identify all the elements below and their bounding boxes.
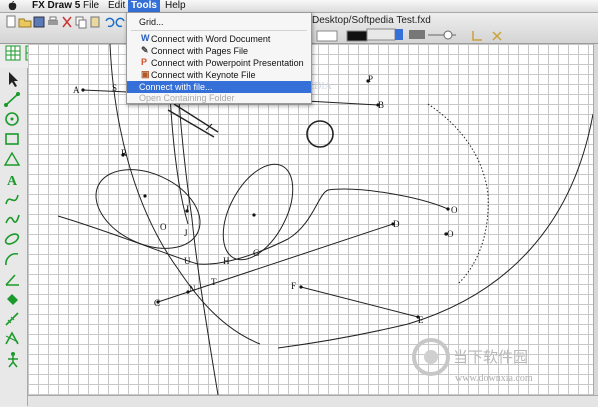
label-P: P [368, 74, 373, 84]
label-O-right1: O [451, 205, 458, 215]
label-E: E [418, 315, 424, 325]
menu-item-connect-powerpoint[interactable]: P Connect with Powerpoint Presentation [127, 57, 311, 69]
angle-tool-icon[interactable] [3, 270, 23, 288]
segment-AS [82, 89, 129, 93]
line-tool-icon[interactable] [3, 90, 23, 108]
tool-palette: A [0, 68, 28, 406]
figure-tool-icon[interactable] [3, 350, 23, 368]
text-tool-icon[interactable]: A [3, 170, 23, 188]
line-width-selector[interactable] [316, 29, 338, 43]
horizontal-scrollbar[interactable] [28, 395, 598, 407]
tools-menu[interactable]: Tools [128, 0, 160, 12]
app-name-menu[interactable]: FX Draw 5 [32, 0, 80, 12]
freehand-tool-icon[interactable] [3, 210, 23, 228]
window-title: Desktop/Softpedia Test.fxd [312, 15, 431, 26]
point-center-left [143, 194, 147, 198]
logo-site-text: www.downxia.com [455, 373, 533, 384]
arc-tool-icon[interactable] [3, 250, 23, 268]
edit-menu[interactable]: Edit [108, 0, 125, 12]
label-F: F [291, 281, 296, 291]
circle-tool-icon[interactable] [3, 110, 23, 128]
logo-cn-text: 当下软件园 [453, 349, 528, 366]
menu-item-connect-pages[interactable]: ✎ Connect with Pages File [127, 45, 311, 57]
paste-icon[interactable] [88, 15, 102, 29]
point-O1 [446, 207, 450, 211]
right-large-arc [277, 113, 593, 349]
apple-logo-icon[interactable] [8, 1, 17, 11]
label-T: T [211, 277, 217, 287]
open-folder-icon[interactable] [18, 15, 32, 29]
polygon-tool-icon[interactable] [3, 150, 23, 168]
left-ellipse [95, 169, 201, 249]
menu-separator [131, 30, 307, 31]
pages-icon: ✎ [141, 45, 149, 55]
cut-icon[interactable] [60, 15, 74, 29]
label-D: D [393, 219, 400, 229]
label-N: N [189, 284, 196, 294]
fill-tool-icon[interactable] [3, 290, 23, 308]
label-H: H [223, 256, 230, 266]
help-menu[interactable]: Help [165, 0, 186, 12]
point-center-mid [252, 213, 256, 217]
menu-item-open-folder: Open Containing Folder [139, 93, 235, 103]
label-I: I [186, 204, 189, 214]
label-B: B [378, 100, 384, 110]
stroke-color-well[interactable] [346, 29, 368, 43]
file-menu[interactable]: File [83, 0, 99, 12]
delete-icon[interactable] [490, 29, 504, 43]
label-J: J [184, 228, 188, 238]
menu-item-connect-word[interactable]: W Connect with Word Document [127, 33, 311, 45]
curve-tool-icon[interactable] [3, 190, 23, 208]
transform-tool-icon[interactable] [3, 330, 23, 348]
segment-FE [300, 286, 419, 318]
fill-pattern-dropdown[interactable] [366, 27, 404, 43]
save-icon[interactable] [32, 15, 46, 29]
crop-icon[interactable] [470, 29, 484, 43]
word-icon: W [141, 33, 150, 43]
label-R: R [121, 148, 127, 158]
dotted-arc [427, 103, 489, 285]
small-circle [306, 120, 334, 148]
label-S: S [112, 83, 117, 93]
label-O-right2: O [447, 229, 454, 239]
svg-text:A: A [7, 174, 18, 188]
vertical-scrollbar[interactable] [593, 44, 598, 395]
point-F [299, 285, 303, 289]
rectangle-tool-icon[interactable] [3, 130, 23, 148]
tools-dropdown-menu: Grid... W Connect with Word Document ✎ C… [126, 12, 312, 104]
downxia-logo: 当下软件园 www.downxia.com [412, 338, 533, 384]
menu-item-connect-keynote[interactable]: ▣ Connect with Keynote File [127, 69, 311, 81]
label-O-left: O [160, 222, 167, 232]
ellipse-tool-icon[interactable] [3, 230, 23, 248]
label-G: G [253, 248, 260, 258]
label-C: C [154, 298, 160, 308]
menu-item-grid[interactable]: Grid... [127, 16, 311, 28]
label-U: U [184, 256, 191, 266]
pointer-tool-icon[interactable] [3, 70, 23, 88]
measure-tool-icon[interactable] [3, 310, 23, 328]
keynote-icon: ▣ [141, 69, 150, 79]
opacity-slider[interactable] [408, 27, 458, 43]
copy-icon[interactable] [74, 15, 88, 29]
grid-toggle-icon[interactable] [4, 44, 24, 62]
powerpoint-icon: P [141, 57, 148, 67]
label-A: A [73, 85, 80, 95]
point-A [81, 88, 85, 92]
print-icon[interactable] [46, 15, 60, 29]
new-document-icon[interactable] [4, 15, 18, 29]
